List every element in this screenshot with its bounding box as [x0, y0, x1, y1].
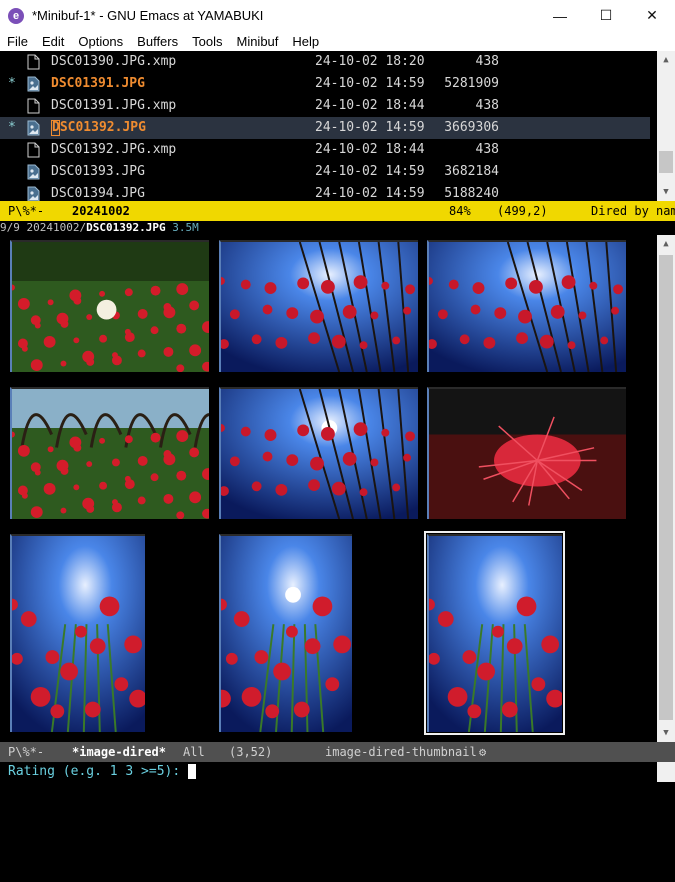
- dired-file-row[interactable]: * DSC01391.JPG 24-10-02 14:59 5281909: [0, 73, 650, 95]
- file-size: 5281909: [444, 76, 499, 91]
- modeline-image-dired: P\%*- *image-dired* All (3,52) image-dir…: [0, 742, 675, 762]
- file-date: 24-10-02 14:59: [315, 120, 425, 135]
- modeline-buffer-name[interactable]: 20241002: [72, 201, 130, 221]
- file-name-text: DSC01390.JPG.xmp: [51, 54, 177, 69]
- modeline-mode[interactable]: image-dired-thumbnail: [325, 742, 477, 762]
- header-index: 9/9: [0, 221, 20, 234]
- document-icon: [27, 142, 40, 158]
- thumbnail-image[interactable]: [427, 387, 626, 519]
- file-name[interactable]: DSC01390.JPG.xmp: [51, 51, 176, 73]
- file-name[interactable]: DSC01391.JPG: [51, 73, 145, 95]
- scroll-up-arrow-icon[interactable]: ▲: [657, 51, 675, 69]
- file-size: 3682184: [444, 164, 499, 179]
- mark-indicator: *: [8, 120, 16, 135]
- image-file-icon: [27, 186, 40, 202]
- header-dir: 20241002/: [26, 221, 87, 234]
- modeline-mode[interactable]: Dired by nam: [591, 201, 675, 221]
- file-size: 438: [475, 98, 499, 113]
- dired-file-row[interactable]: DSC01391.JPG.xmp 24-10-02 18:44 438: [0, 95, 650, 117]
- minibuffer[interactable]: ​Rating (e.g. 1 3 >=5):: [0, 762, 675, 782]
- menu-help[interactable]: Help: [285, 34, 326, 49]
- scroll-down-arrow-icon[interactable]: ▼: [657, 183, 675, 201]
- modeline-position: (3,52): [229, 745, 273, 759]
- file-name-text: DSC01394.JPG: [51, 186, 145, 201]
- dired-file-row[interactable]: DSC01393.JPG 24-10-02 14:59 3682184: [0, 161, 650, 183]
- thumbnail-image[interactable]: [424, 531, 565, 735]
- file-date: 24-10-02 14:59: [315, 164, 425, 179]
- menu-minibuf[interactable]: Minibuf: [229, 34, 285, 49]
- modeline-dired: P\%*- 20241002 84% (499,2) Dired by nam: [0, 201, 675, 221]
- menu-bar: File Edit Options Buffers Tools Minibuf …: [0, 31, 675, 51]
- file-size: 438: [475, 142, 499, 157]
- document-icon: [27, 54, 40, 70]
- minibuffer-prompt: Rating (e.g. 1 3 >=5):: [8, 764, 189, 779]
- file-name[interactable]: DSC01392.JPG: [51, 117, 146, 139]
- image-file-icon: [27, 120, 40, 136]
- dired-file-row[interactable]: DSC01392.JPG.xmp 24-10-02 18:44 438: [0, 139, 650, 161]
- thumbnail-scrollbar[interactable]: ▲ ▼: [657, 235, 675, 742]
- dired-file-row[interactable]: DSC01390.JPG.xmp 24-10-02 18:20 438: [0, 51, 650, 73]
- scroll-up-arrow-icon[interactable]: ▲: [657, 235, 675, 253]
- dired-file-row[interactable]: * DSC01392.JPG 24-10-02 14:59 3669306: [0, 117, 650, 139]
- modeline-percent: 84%: [449, 204, 471, 218]
- text-cursor: [188, 764, 197, 779]
- file-name-text: DSC01392.JPG.xmp: [51, 142, 177, 157]
- file-name-text: DSC01393.JPG: [51, 164, 145, 179]
- header-file: DSC01392.JPG: [86, 221, 166, 234]
- scrollbar-thumb[interactable]: [659, 151, 673, 173]
- file-name-text: DSC01391.JPG: [51, 76, 145, 91]
- thumbnail-image[interactable]: [219, 240, 418, 372]
- thumbnail-image[interactable]: [219, 387, 418, 519]
- file-name[interactable]: DSC01393.JPG: [51, 161, 145, 183]
- image-file-icon: [27, 76, 40, 92]
- window-title: *Minibuf-1* - GNU Emacs at YAMABUKI: [32, 8, 264, 23]
- thumbnail-image[interactable]: [10, 240, 209, 372]
- file-name-text: DSC01391.JPG.xmp: [51, 98, 177, 113]
- file-name-text: DSC01392.JPG: [52, 120, 146, 135]
- modeline-position: (499,2): [497, 204, 548, 218]
- file-date: 24-10-02 14:59: [315, 76, 425, 91]
- minimize-button[interactable]: —: [537, 0, 583, 31]
- menu-file[interactable]: File: [0, 34, 35, 49]
- image-dired-header: 9/9 20241002/DSC01392.JPG 3.5M: [0, 221, 675, 235]
- file-date: 24-10-02 18:44: [315, 142, 425, 157]
- modeline-percent: All: [183, 745, 205, 759]
- menu-edit[interactable]: Edit: [35, 34, 71, 49]
- modeline-status: P\%*-: [8, 204, 45, 218]
- file-size: 3669306: [444, 120, 499, 135]
- dired-buffer[interactable]: DSC01390.JPG.xmp 24-10-02 18:20 438 * DSC013…: [0, 51, 657, 202]
- image-file-icon: [27, 164, 40, 180]
- dired-scrollbar[interactable]: ▲ ▼: [657, 51, 675, 201]
- modeline-buffer-name[interactable]: *image-dired*: [72, 742, 166, 762]
- mark-indicator: *: [8, 76, 16, 91]
- minibuffer-scrollbar: [657, 762, 675, 782]
- menu-options[interactable]: Options: [71, 34, 130, 49]
- menu-tools[interactable]: Tools: [185, 34, 229, 49]
- scrollbar-thumb[interactable]: [659, 255, 673, 720]
- file-size: 438: [475, 54, 499, 69]
- emacs-icon: e: [8, 7, 24, 24]
- image-dired-thumbnails[interactable]: [0, 235, 657, 742]
- thumbnail-image[interactable]: [10, 534, 145, 732]
- close-button[interactable]: ✕: [629, 0, 675, 31]
- file-date: 24-10-02 18:20: [315, 54, 425, 69]
- menu-buffers[interactable]: Buffers: [130, 34, 185, 49]
- modeline-status: P\%*-: [8, 745, 45, 759]
- scroll-down-arrow-icon[interactable]: ▼: [657, 724, 675, 742]
- file-date: 24-10-02 18:44: [315, 98, 425, 113]
- thumbnail-image[interactable]: [10, 387, 209, 519]
- maximize-button[interactable]: ☐: [583, 0, 629, 31]
- thumbnail-image[interactable]: [219, 534, 352, 732]
- gear-icon[interactable]: ⚙: [479, 742, 486, 762]
- window-titlebar: e *Minibuf-1* - GNU Emacs at YAMABUKI — …: [0, 0, 675, 31]
- header-size: 3.5M: [172, 221, 199, 234]
- file-name[interactable]: DSC01391.JPG.xmp: [51, 95, 176, 117]
- file-name[interactable]: DSC01392.JPG.xmp: [51, 139, 176, 161]
- document-icon: [27, 98, 40, 114]
- thumbnail-image[interactable]: [427, 240, 626, 372]
